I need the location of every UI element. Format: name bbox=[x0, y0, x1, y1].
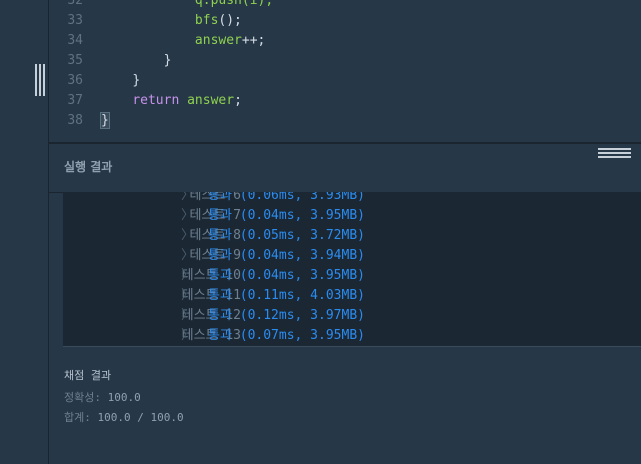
code-token: q.push(i); bbox=[194, 0, 274, 8]
chevron-right-icon: 〉 bbox=[181, 228, 195, 243]
test-pass-result: 통과 (0.05ms, 3.72MB) bbox=[208, 228, 365, 243]
code-line: 36 } bbox=[49, 71, 641, 91]
test-result-row: 테스트 7 〉 통과 (0.04ms, 3.95MB) bbox=[63, 206, 641, 226]
code-token: (); bbox=[218, 13, 242, 28]
code-token: answer bbox=[194, 33, 242, 48]
chevron-right-icon: 〉 bbox=[181, 268, 195, 283]
result-panel-title: 실행 결과 bbox=[64, 160, 113, 174]
test-result-row: 테스트 10 〉 통과 (0.04ms, 3.95MB) bbox=[63, 266, 641, 286]
test-result-row: 테스트 6 〉 통과 (0.06ms, 3.93MB) bbox=[63, 192, 641, 206]
test-result-row: 테스트 9 〉 통과 (0.04ms, 3.94MB) bbox=[63, 246, 641, 266]
code-token: bfs bbox=[194, 13, 219, 28]
code-text: } bbox=[101, 71, 140, 91]
code-token: } bbox=[163, 53, 172, 68]
app-root: 32 q.push(i); 33 bfs(); 34 answer++; 35 } 36… bbox=[0, 0, 641, 464]
left-rail bbox=[0, 0, 49, 464]
accuracy-line: 정확성: 100.0 bbox=[64, 388, 184, 408]
code-line: 32 q.push(i); bbox=[49, 0, 641, 11]
code-token: } bbox=[132, 73, 141, 88]
chevron-right-icon: 〉 bbox=[181, 248, 195, 263]
chevron-right-icon: 〉 bbox=[181, 192, 195, 203]
test-pass-result: 통과 (0.04ms, 3.95MB) bbox=[208, 268, 365, 283]
test-pass-result: 통과 (0.12ms, 3.97MB) bbox=[208, 308, 365, 323]
test-pass-result: 통과 (0.06ms, 3.93MB) bbox=[208, 192, 365, 203]
panel-resize-icon[interactable] bbox=[598, 148, 631, 158]
chevron-right-icon: 〉 bbox=[181, 288, 195, 303]
code-line: 34 answer++; bbox=[49, 31, 641, 51]
line-number: 36 bbox=[67, 73, 83, 88]
result-panel-header: 실행 결과 bbox=[49, 144, 641, 193]
test-pass-result: 통과 (0.04ms, 3.95MB) bbox=[208, 208, 365, 223]
chevron-right-icon: 〉 bbox=[181, 208, 195, 223]
result-output[interactable]: 테스트 6 〉 통과 (0.06ms, 3.93MB) 테스트 7 〉 통과 (0.04m… bbox=[63, 192, 641, 347]
score-summary: 채점 결과 정확성: 100.0 합계: 100.0 / 100.0 bbox=[64, 366, 184, 428]
line-number: 33 bbox=[67, 13, 83, 28]
test-pass-result: 통과 (0.04ms, 3.94MB) bbox=[208, 248, 365, 263]
test-result-row: 테스트 13 〉 통과 (0.07ms, 3.95MB) bbox=[63, 326, 641, 346]
line-number: 37 bbox=[67, 93, 83, 108]
total-value: 100.0 / 100.0 bbox=[97, 411, 184, 424]
code-line: 35 } bbox=[49, 51, 641, 71]
code-line: 37 return answer; bbox=[49, 91, 641, 111]
code-token: ; bbox=[234, 93, 242, 108]
accuracy-label: 정확성: bbox=[64, 391, 101, 404]
code-text: q.push(i); bbox=[101, 0, 273, 11]
total-label: 합계: bbox=[64, 411, 91, 424]
test-result-row: 테스트 8 〉 통과 (0.05ms, 3.72MB) bbox=[63, 226, 641, 246]
test-pass-result: 통과 (0.11ms, 4.03MB) bbox=[208, 288, 365, 303]
test-pass-result: 통과 (0.07ms, 3.95MB) bbox=[208, 328, 365, 343]
line-number: 38 bbox=[67, 113, 83, 128]
code-editor[interactable]: 32 q.push(i); 33 bfs(); 34 answer++; 35 } 36… bbox=[49, 0, 641, 143]
code-line: 33 bfs(); bbox=[49, 11, 641, 31]
accuracy-value: 100.0 bbox=[107, 391, 141, 404]
line-number: 32 bbox=[67, 0, 83, 8]
code-text: answer++; bbox=[101, 31, 265, 51]
code-token: return bbox=[132, 93, 180, 108]
code-text: return answer; bbox=[101, 91, 242, 111]
code-token: } bbox=[100, 112, 110, 129]
test-result-row: 테스트 12 〉 통과 (0.12ms, 3.97MB) bbox=[63, 306, 641, 326]
code-token: ++; bbox=[241, 33, 266, 48]
chevron-right-icon: 〉 bbox=[181, 308, 195, 323]
code-text: } bbox=[100, 111, 110, 131]
score-title: 채점 결과 bbox=[64, 369, 112, 382]
code-line: 38} bbox=[49, 111, 641, 131]
code-text: } bbox=[101, 51, 172, 71]
pane-resize-handle[interactable] bbox=[35, 64, 45, 96]
total-line: 합계: 100.0 / 100.0 bbox=[64, 408, 184, 428]
code-text: bfs(); bbox=[101, 11, 242, 31]
test-result-row: 테스트 11 〉 통과 (0.11ms, 4.03MB) bbox=[63, 286, 641, 306]
chevron-right-icon: 〉 bbox=[181, 328, 195, 343]
line-number: 35 bbox=[67, 53, 83, 68]
line-number: 34 bbox=[67, 33, 83, 48]
code-token: answer bbox=[187, 93, 235, 108]
